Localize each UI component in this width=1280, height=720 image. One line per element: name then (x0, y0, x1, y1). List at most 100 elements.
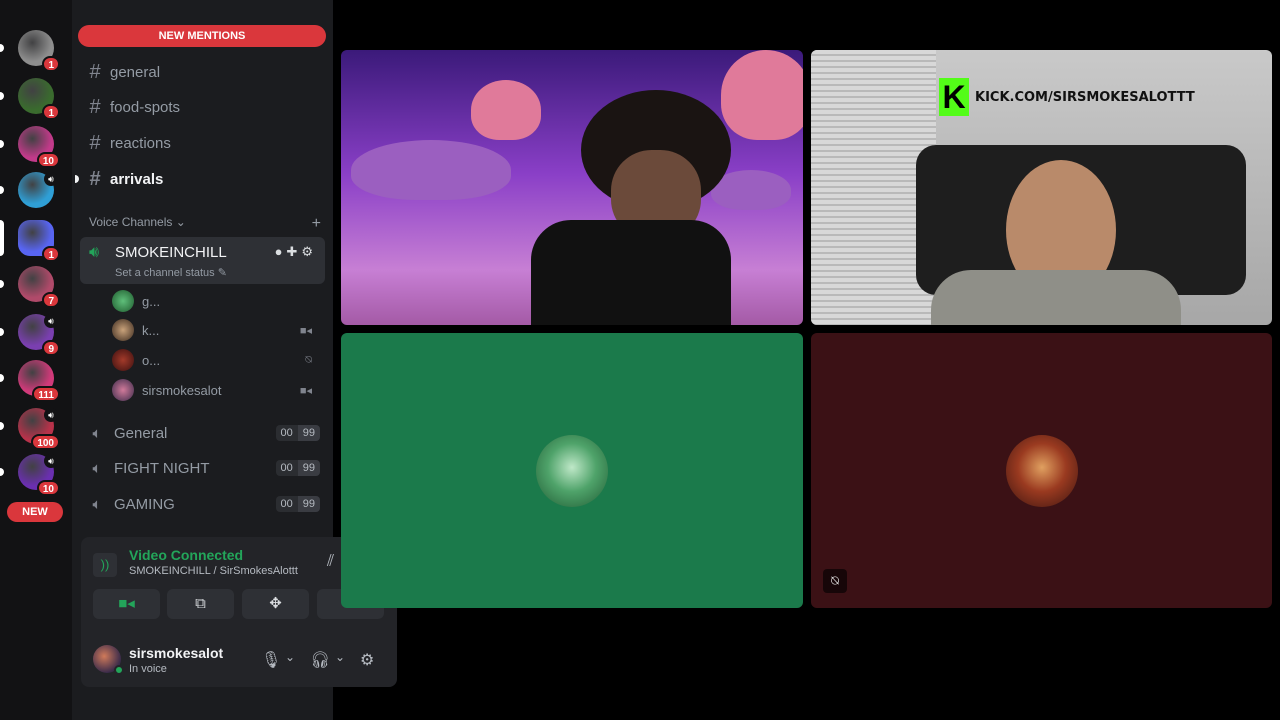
user-count: 00 (275, 460, 298, 476)
participant-video (531, 220, 731, 325)
chevron-down-icon[interactable]: ⌄ (335, 650, 345, 664)
kick-overlay: K KICK.COM/SIRSMOKESALOTTT (939, 78, 1195, 116)
server-icon[interactable]: 100 🔊︎ (18, 408, 60, 450)
video-tile-kick-streamer[interactable]: K KICK.COM/SIRSMOKESALOTTT (811, 50, 1272, 325)
mention-badge: 1 (42, 246, 60, 262)
unread-indicator (0, 280, 4, 288)
server-icon[interactable]: 1 (18, 30, 60, 72)
activities-button[interactable]: ✥ (242, 589, 309, 619)
avatar (112, 349, 134, 371)
voice-channel-smokeinchill[interactable]: 🔊︎ SMOKEINCHILL Set a channel status ✎ ●… (80, 237, 325, 284)
server-icon[interactable]: 9 🔊︎ (18, 314, 60, 356)
channel-reactions[interactable]: # reactions (80, 128, 324, 158)
avatar (536, 434, 608, 507)
muted-mic-icon: ⍉ (305, 353, 312, 366)
username[interactable]: sirsmokesalot (129, 645, 223, 661)
kick-logo-icon: K (939, 78, 969, 116)
mushroom-backdrop (351, 140, 511, 200)
server-icon[interactable]: 111 (18, 360, 60, 402)
channel-general[interactable]: # general (80, 57, 324, 87)
video-tile-streamer[interactable] (341, 50, 803, 325)
avatar (1005, 434, 1078, 507)
server-icon[interactable]: 10 🔊︎ (18, 454, 60, 496)
new-mentions-pill[interactable]: NEW MENTIONS (78, 25, 326, 47)
channel-status[interactable]: Set a channel status ✎ (115, 266, 227, 279)
user-limit-badge: 00 99 (275, 425, 320, 441)
new-unread-pill[interactable]: NEW (7, 502, 63, 522)
rtc-status-subtitle[interactable]: SMOKEINCHILL / SirSmokesAlottt (129, 565, 298, 577)
avatar (112, 290, 134, 312)
mention-badge: 9 (42, 340, 60, 356)
mention-badge: 10 (36, 152, 60, 168)
member-name: sirsmokesalot (142, 382, 222, 398)
gear-icon[interactable]: ⚙ (360, 650, 374, 670)
voice-member[interactable]: sirsmokesalot ■◂ (112, 377, 320, 403)
voice-channel-general[interactable]: 🔈︎ General 00 99 (80, 418, 320, 448)
screen-share-button[interactable]: ⧉ (167, 589, 234, 619)
hash-icon: # (89, 95, 101, 118)
headphones-icon[interactable]: 🎧︎ (310, 650, 330, 670)
user-count: 00 (275, 496, 298, 512)
speaker-icon: 🔊︎ (44, 408, 58, 422)
unread-indicator (0, 140, 4, 148)
muted-mic-icon: ⍉ (823, 569, 847, 593)
add-channel-icon[interactable]: + (312, 215, 321, 233)
unread-indicator (0, 374, 4, 382)
video-tile-avatar-maroon[interactable]: ⍉ (811, 333, 1272, 608)
voice-channel-label: GAMING (114, 495, 175, 513)
unread-indicator (0, 220, 4, 256)
microphone-icon[interactable]: 🎙︎ (261, 650, 281, 670)
unread-indicator (0, 44, 4, 52)
pencil-icon: ✎ (217, 267, 227, 279)
video-camera-icon: ■◂ (299, 324, 312, 337)
mention-badge: 111 (32, 386, 60, 402)
voice-channel-fight-night[interactable]: 🔈︎ FIGHT NIGHT 00 99 (80, 453, 320, 483)
voice-header-label: Voice Channels (89, 215, 173, 229)
video-camera-icon: ■◂ (118, 595, 135, 612)
activities-icon: ✥ (269, 595, 282, 612)
server-icon[interactable]: 10 (18, 126, 60, 168)
video-camera-icon: ■◂ (299, 384, 312, 397)
hash-icon: # (89, 60, 101, 83)
voice-member[interactable]: o... ⍉ (112, 347, 320, 373)
voice-channels-header[interactable]: Voice Channels ⌄ + (89, 215, 321, 233)
channel-food-spots[interactable]: # food-spots (80, 92, 324, 122)
server-icon[interactable]: 🔊︎ (18, 172, 58, 208)
mushroom-backdrop (721, 50, 803, 140)
server-icon[interactable]: 1 (18, 78, 60, 120)
channel-status-label: Set a channel status (115, 267, 215, 279)
voice-member[interactable]: k... ■◂ (112, 317, 320, 343)
invite-icon[interactable]: ✚ (286, 244, 301, 259)
server-icon[interactable]: 1 (18, 220, 60, 262)
hash-icon: # (89, 167, 101, 190)
camera-button[interactable]: ■◂ (93, 589, 160, 619)
server-icon[interactable]: 7 (18, 266, 60, 308)
voice-member[interactable]: g... (112, 288, 320, 314)
user-limit-badge: 00 99 (275, 496, 320, 512)
speaker-icon: 🔊︎ (44, 172, 58, 186)
channel-arrivals[interactable]: # arrivals (75, 164, 324, 194)
mention-badge: 1 (42, 104, 60, 120)
channel-sidebar: NEW MENTIONS # general # food-spots # re… (72, 0, 397, 720)
connection-signal-icon[interactable]: )) (93, 553, 117, 577)
gear-icon[interactable]: ⚙ (301, 244, 317, 259)
chat-icon[interactable]: ● (275, 244, 287, 259)
unread-indicator (0, 468, 4, 476)
noise-suppression-icon[interactable]: ⫽ (327, 553, 334, 571)
unread-indicator (0, 422, 4, 430)
mention-badge: 7 (42, 292, 60, 308)
voice-channel-gaming[interactable]: 🔈︎ GAMING 00 99 (80, 489, 320, 519)
screen-share-icon: ⧉ (195, 595, 206, 612)
chevron-down-icon[interactable]: ⌄ (285, 650, 295, 664)
user-limit: 99 (297, 460, 320, 476)
member-name: o... (142, 352, 161, 368)
speaker-icon: 🔊︎ (89, 244, 100, 261)
chevron-down-icon: ⌄ (175, 215, 186, 229)
voice-channel-label: FIGHT NIGHT (114, 459, 210, 477)
unread-indicator (75, 175, 79, 183)
video-tile-avatar-green[interactable] (341, 333, 803, 608)
unread-indicator (0, 186, 4, 194)
user-limit-badge: 00 99 (275, 460, 320, 476)
speaker-icon: 🔈︎ (92, 495, 102, 513)
channel-label: arrivals (110, 170, 164, 188)
